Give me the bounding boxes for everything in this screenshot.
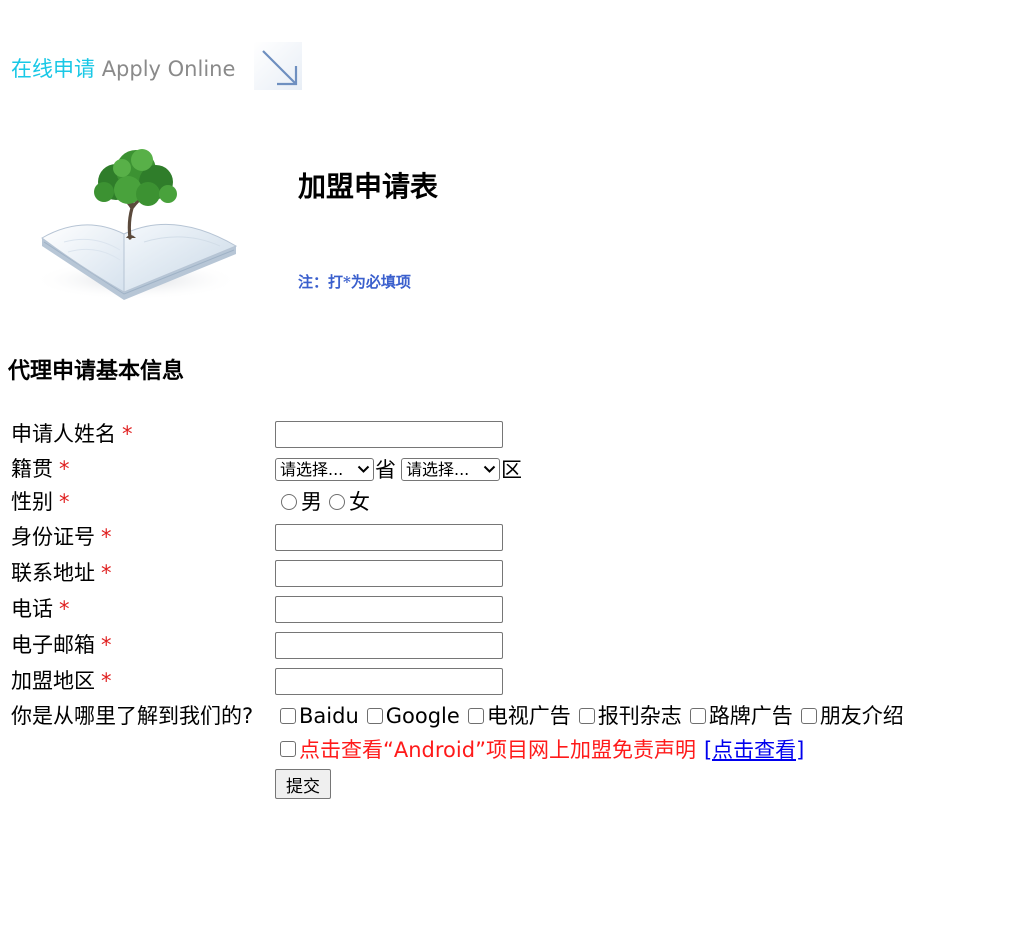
gender-label: 性别 *	[11, 490, 70, 514]
address-label: 联系地址 *	[11, 561, 112, 585]
name-label: 申请人姓名 *	[11, 422, 133, 446]
disclaimer-text: 点击查看“Android”项目网上加盟免责声明	[299, 738, 696, 762]
source-friend-checkbox[interactable]	[800, 708, 817, 724]
chevron-down-icon	[483, 465, 496, 473]
gender-male-label: 男	[301, 490, 322, 514]
submit-button[interactable]: 提交	[275, 769, 331, 799]
name-input[interactable]	[275, 420, 503, 448]
region-input[interactable]	[275, 667, 503, 695]
province-select[interactable]: 请选择...	[275, 457, 374, 481]
form-row-origin: 籍贯 * 请选择... 省 请选择... 区	[11, 454, 1001, 484]
source-google-checkbox[interactable]	[366, 708, 383, 724]
book-tree-icon	[24, 142, 242, 304]
required-mark: *	[59, 490, 70, 514]
source-newspaper-checkbox[interactable]	[578, 708, 595, 724]
district-select-value: 请选择...	[406, 459, 470, 479]
address-input[interactable]	[275, 559, 503, 587]
source-baidu-label: Baidu	[299, 704, 359, 728]
required-mark: *	[59, 597, 70, 621]
form-row-submit: 提交	[11, 769, 1001, 799]
form-row-address: 联系地址 *	[11, 558, 1001, 588]
id-number-input[interactable]	[275, 523, 503, 551]
province-select-value: 请选择...	[280, 459, 344, 479]
apply-title-cn: 在线申请	[11, 57, 95, 81]
source-baidu-checkbox[interactable]	[280, 708, 296, 724]
form-row-email: 电子邮箱 *	[11, 630, 1001, 660]
chevron-down-icon	[357, 465, 370, 473]
form-title: 加盟申请表	[298, 170, 439, 203]
application-page: 在线申请 Apply Online 加盟申请表 注：打*为必填项 代理申请基本信…	[0, 0, 1016, 929]
source-friend-label: 朋友介绍	[819, 704, 904, 728]
origin-label: 籍贯 *	[11, 457, 70, 481]
province-unit: 省	[375, 458, 396, 482]
email-input[interactable]	[275, 631, 503, 659]
form-row-id-number: 身份证号 *	[11, 522, 1001, 552]
form-row-source: 你是从哪里了解到我们的? Baidu Google 电视广告 报刊杂志 路牌广告…	[11, 701, 1001, 731]
id-number-label: 身份证号 *	[11, 525, 112, 549]
gender-female-label: 女	[349, 490, 370, 514]
required-mark: *	[101, 669, 112, 693]
district-unit: 区	[501, 458, 522, 482]
disclaimer-view-link[interactable]: [点击查看]	[704, 734, 804, 764]
form-row-region: 加盟地区 *	[11, 666, 1001, 696]
required-mark: *	[101, 561, 112, 585]
district-select[interactable]: 请选择...	[401, 457, 500, 481]
form-row-name: 申请人姓名 *	[11, 419, 1001, 449]
form-row-gender: 性别 * 男 女	[11, 487, 1001, 517]
source-billboard-checkbox[interactable]	[689, 708, 706, 724]
source-tv-ad-label: 电视广告	[486, 704, 571, 728]
region-label: 加盟地区 *	[11, 669, 112, 693]
gender-male-radio[interactable]	[281, 494, 297, 510]
phone-label: 电话 *	[11, 597, 70, 621]
form-row-disclaimer: 点击查看“Android”项目网上加盟免责声明 [点击查看]	[11, 734, 1001, 764]
apply-title-en: Apply Online	[101, 57, 236, 81]
required-mark: *	[101, 525, 112, 549]
disclaimer-checkbox[interactable]	[280, 741, 296, 757]
source-google-label: Google	[385, 704, 460, 728]
form-row-phone: 电话 *	[11, 594, 1001, 624]
section-title: 代理申请基本信息	[8, 359, 185, 384]
required-note: 注：打*为必填项	[298, 273, 411, 291]
source-billboard-label: 路牌广告	[708, 704, 793, 728]
required-mark: *	[122, 422, 133, 446]
required-mark: *	[59, 457, 70, 481]
source-tv-ad-checkbox[interactable]	[467, 708, 484, 724]
apply-online-title: 在线申请 Apply Online	[11, 55, 235, 83]
gender-female-radio[interactable]	[329, 494, 345, 510]
source-label: 你是从哪里了解到我们的?	[11, 704, 254, 728]
diagonal-arrow-icon	[254, 42, 302, 90]
email-label: 电子邮箱 *	[11, 633, 112, 657]
phone-input[interactable]	[275, 595, 503, 623]
required-mark: *	[101, 633, 112, 657]
source-newspaper-label: 报刊杂志	[597, 704, 682, 728]
